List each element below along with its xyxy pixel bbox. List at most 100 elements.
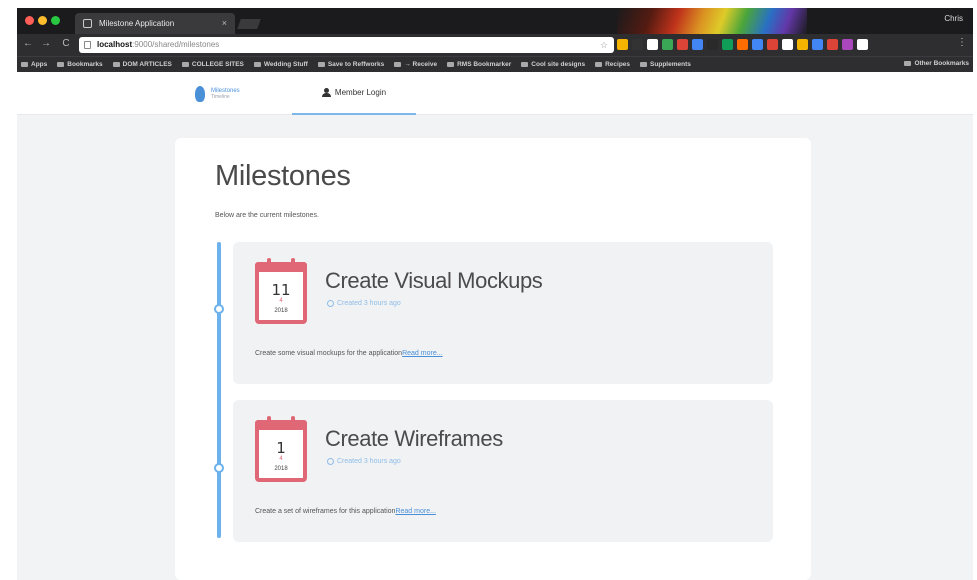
clock-icon bbox=[327, 458, 334, 465]
timeline-dot bbox=[214, 463, 224, 473]
bookmark-item[interactable]: Supplements bbox=[640, 61, 691, 68]
folder-icon bbox=[640, 62, 648, 67]
member-login-label: Member Login bbox=[334, 88, 387, 97]
timeline-dot bbox=[214, 304, 224, 314]
url-host: localhost bbox=[97, 40, 133, 49]
maximize-window-button[interactable] bbox=[51, 16, 60, 25]
milestone-day: 1 bbox=[276, 439, 286, 457]
page-info-icon[interactable] bbox=[84, 41, 91, 49]
bookmark-label: COLLEGE SITES bbox=[191, 61, 244, 68]
brand-logo[interactable]: Milestones Timeline bbox=[195, 84, 240, 104]
milestone-description-text: Create some visual mockups for the appli… bbox=[255, 350, 403, 357]
bookmark-label: RMS Bookmarker bbox=[457, 61, 512, 68]
milestone-card[interactable]: 1 4 2018 Create Wireframes Created 3 hou… bbox=[233, 400, 773, 542]
extension-icon[interactable] bbox=[737, 39, 748, 50]
folder-icon bbox=[394, 62, 402, 67]
milestones-card: Milestones Below are the current milesto… bbox=[175, 138, 811, 580]
bookmark-item[interactable]: Apps bbox=[21, 61, 47, 68]
page-intro: Below are the current milestones. bbox=[215, 212, 319, 219]
milestone-logo-icon bbox=[195, 86, 205, 102]
milestone-month: 4 bbox=[279, 298, 283, 304]
address-bar[interactable]: localhost:9000/shared/milestones ☆ bbox=[79, 37, 614, 53]
bookmark-star-icon[interactable]: ☆ bbox=[600, 37, 608, 53]
member-login-link[interactable]: Member Login bbox=[292, 72, 416, 115]
extension-icon[interactable] bbox=[617, 39, 628, 50]
browser-window: Milestone Application × Chris ← → C loca… bbox=[0, 0, 977, 580]
bookmark-item[interactable]: COLLEGE SITES bbox=[181, 61, 244, 68]
extension-icon[interactable] bbox=[827, 39, 838, 50]
milestone-month: 4 bbox=[279, 456, 283, 462]
bookmark-item[interactable]: Recipes bbox=[595, 61, 630, 68]
milestone-card[interactable]: 11 4 2018 Create Visual Mockups Created … bbox=[233, 242, 773, 384]
bookmark-item[interactable]: RMS Bookmarker bbox=[447, 61, 511, 68]
other-bookmarks-label: Other Bookmarks bbox=[914, 60, 969, 67]
milestone-title: Create Wireframes bbox=[325, 426, 503, 451]
page-icon bbox=[83, 19, 92, 28]
tab-close-icon[interactable]: × bbox=[222, 13, 227, 34]
extension-icon[interactable] bbox=[857, 39, 868, 50]
milestone-created: Created 3 hours ago bbox=[337, 458, 401, 465]
page-viewport: Milestones Timeline Member Login Milesto… bbox=[17, 72, 973, 580]
extension-icon[interactable] bbox=[782, 39, 793, 50]
extension-icon[interactable] bbox=[662, 39, 673, 50]
bookmark-label: Cool site designs bbox=[531, 61, 586, 68]
folder-icon bbox=[447, 62, 455, 67]
milestone-title: Create Visual Mockups bbox=[325, 268, 543, 293]
reload-button[interactable]: C bbox=[59, 37, 73, 51]
bookmark-item[interactable]: Cool site designs bbox=[521, 61, 585, 68]
milestone-year: 2018 bbox=[274, 466, 288, 472]
extensions-bar bbox=[617, 39, 868, 51]
bookmark-item[interactable]: Save to Reffworks bbox=[317, 61, 385, 68]
folder-icon bbox=[181, 62, 189, 67]
extension-icon[interactable] bbox=[812, 39, 823, 50]
extension-icon[interactable] bbox=[767, 39, 778, 50]
tab-title: Milestone Application bbox=[99, 19, 175, 28]
bookmark-label: Save to Reffworks bbox=[327, 61, 385, 68]
browser-menu-icon[interactable]: ⋮ bbox=[957, 37, 967, 48]
extension-icon[interactable] bbox=[797, 39, 808, 50]
bookmark-item[interactable]: Bookmarks bbox=[57, 61, 103, 68]
bookmark-label: → Receive bbox=[404, 61, 438, 68]
extension-icon[interactable] bbox=[842, 39, 853, 50]
extension-icon[interactable] bbox=[752, 39, 763, 50]
user-icon bbox=[321, 88, 331, 97]
bookmark-label: Recipes bbox=[605, 61, 631, 68]
folder-icon bbox=[57, 62, 65, 67]
milestone-description-text: Create a set of wireframes for this appl… bbox=[255, 508, 396, 515]
extension-icon[interactable] bbox=[707, 39, 718, 50]
url-path: :9000/shared/milestones bbox=[132, 40, 220, 49]
extension-icon[interactable] bbox=[647, 39, 658, 50]
extension-icon[interactable] bbox=[692, 39, 703, 50]
brand-subtitle: Timeline bbox=[211, 94, 230, 100]
profile-button[interactable]: Chris bbox=[944, 14, 963, 23]
forward-button[interactable]: → bbox=[39, 37, 53, 51]
folder-icon bbox=[253, 62, 261, 67]
bookmark-item[interactable]: DOM ARTICLES bbox=[112, 61, 172, 68]
bookmark-label: DOM ARTICLES bbox=[122, 61, 172, 68]
bookmark-item[interactable]: → Receive bbox=[394, 61, 437, 68]
apps-icon bbox=[21, 62, 28, 67]
extension-icon[interactable] bbox=[677, 39, 688, 50]
browser-toolbar: ← → C localhost:9000/shared/milestones ☆… bbox=[17, 34, 973, 56]
read-more-link[interactable]: Read more... bbox=[402, 350, 442, 357]
folder-icon bbox=[112, 62, 120, 67]
folder-icon bbox=[317, 62, 325, 67]
other-bookmarks[interactable]: Other Bookmarks bbox=[904, 60, 969, 67]
site-navbar: Milestones Timeline Member Login bbox=[17, 72, 973, 115]
browser-tab[interactable]: Milestone Application × bbox=[75, 13, 235, 34]
extension-icon[interactable] bbox=[722, 39, 733, 50]
minimize-window-button[interactable] bbox=[38, 16, 47, 25]
read-more-link[interactable]: Read more... bbox=[395, 508, 435, 515]
close-window-button[interactable] bbox=[25, 16, 34, 25]
folder-icon bbox=[904, 61, 912, 66]
calendar-icon: 1 4 2018 bbox=[255, 416, 307, 482]
window-wallpaper bbox=[617, 8, 807, 34]
milestone-created: Created 3 hours ago bbox=[337, 300, 401, 307]
page-title: Milestones bbox=[215, 160, 351, 192]
folder-icon bbox=[521, 62, 529, 67]
new-tab-button[interactable] bbox=[237, 19, 261, 29]
back-button[interactable]: ← bbox=[21, 37, 35, 51]
bookmark-item[interactable]: Wedding Stuff bbox=[253, 61, 308, 68]
milestone-description: Create some visual mockups for the appli… bbox=[255, 350, 443, 357]
extension-icon[interactable] bbox=[632, 39, 643, 50]
